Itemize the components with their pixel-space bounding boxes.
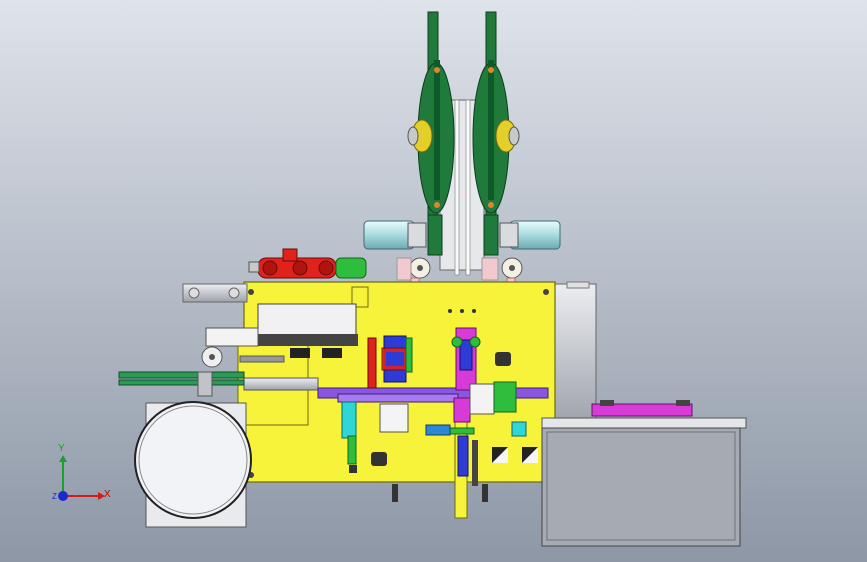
cad-viewport[interactable]: X Y Z (0, 0, 867, 562)
right-side-housing[interactable] (549, 283, 597, 425)
triad-y-label: Y (58, 443, 65, 454)
triad-x-label: X (104, 489, 111, 500)
collection-bin[interactable] (541, 400, 747, 547)
circular-drum[interactable] (134, 401, 252, 528)
triad-z-label: Z (52, 492, 57, 501)
cad-model-canvas[interactable] (0, 0, 867, 562)
